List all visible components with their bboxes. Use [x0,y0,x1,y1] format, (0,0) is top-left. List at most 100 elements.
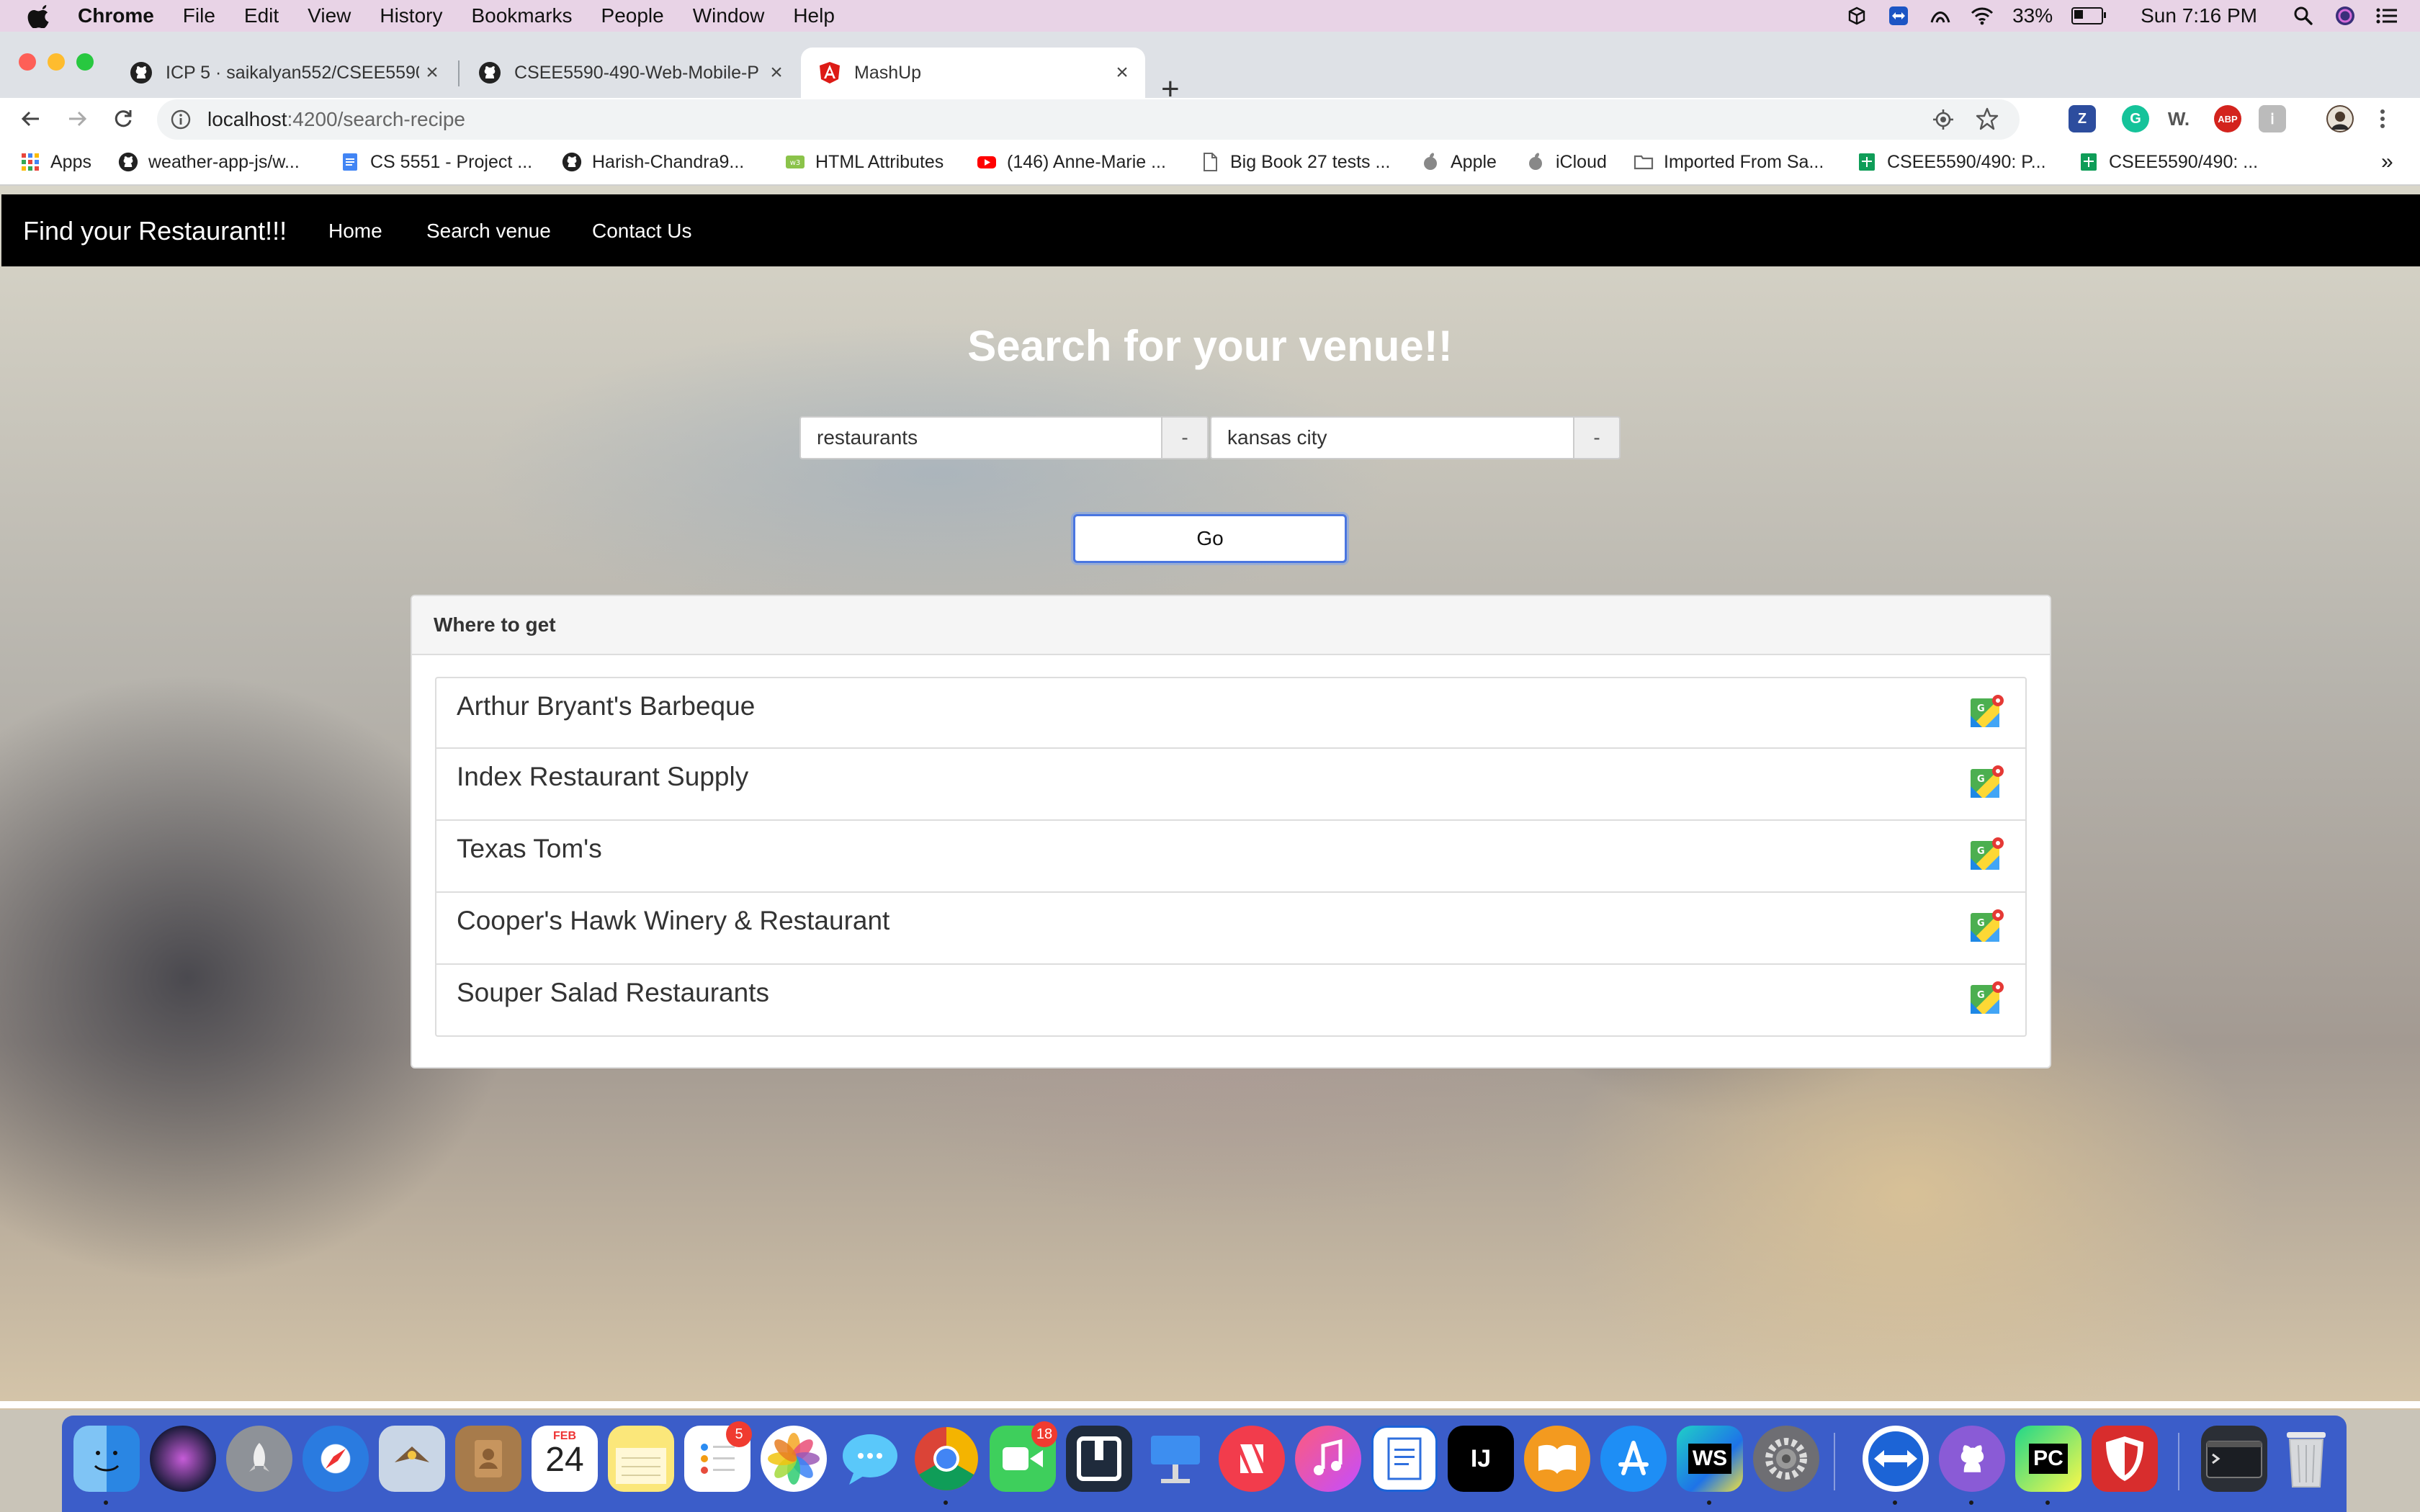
venue-name[interactable]: Texas Tom's [457,834,602,864]
site-info-icon[interactable] [170,109,192,130]
nav-link-contact-us[interactable]: Contact Us [592,220,692,243]
menu-app-name[interactable]: Chrome [78,4,154,27]
back-arrow-icon[interactable] [16,104,46,134]
app-store-icon[interactable] [1600,1426,1667,1492]
menu-view[interactable]: View [308,4,351,27]
mail-icon[interactable] [379,1426,445,1492]
itunes-icon[interactable] [1295,1426,1361,1492]
venue-name[interactable]: Index Restaurant Supply [457,762,748,792]
google-maps-icon[interactable]: G [1969,837,2005,873]
browser-tab-1[interactable]: ICP 5 · saikalyan552/CSEE5590 × [112,48,455,98]
browser-tab-2[interactable]: CSEE5590-490-Web-Mobile-P × [461,48,799,98]
address-bar[interactable]: localhost:4200/search-recipe [157,99,2020,140]
vpn-status-icon[interactable] [1929,6,1952,26]
list-item[interactable]: Texas Tom's G [435,821,2027,893]
system-preferences-icon[interactable] [1753,1426,1819,1492]
forward-arrow-icon[interactable] [62,104,92,134]
google-maps-icon[interactable]: G [1969,981,2005,1017]
chrome-icon[interactable] [913,1426,980,1492]
spotlight-search-icon[interactable] [2292,6,2315,26]
nav-link-search-venue[interactable]: Search venue [426,220,551,243]
profile-avatar[interactable] [2326,105,2354,132]
tab-close-icon[interactable]: × [763,60,789,85]
github-desktop-icon[interactable] [1939,1426,2005,1492]
list-item[interactable]: Souper Salad Restaurants G [435,965,2027,1037]
menu-bookmarks[interactable]: Bookmarks [471,4,572,27]
notes-icon[interactable] [608,1426,674,1492]
window-close-button[interactable] [19,53,36,71]
calendar-icon[interactable]: FEB 24 [532,1426,598,1492]
trash-icon[interactable] [2273,1426,2339,1492]
safari-icon[interactable] [302,1426,369,1492]
launchpad-icon[interactable] [226,1426,292,1492]
notification-center-icon[interactable] [2375,6,2398,26]
window-minimize-button[interactable] [48,53,65,71]
bookmark-apple[interactable]: Apple [1420,148,1497,176]
webstorm-icon[interactable]: WS [1677,1426,1743,1492]
bookmark-icloud[interactable]: iCloud [1525,148,1607,176]
text-document-icon[interactable] [1371,1426,1438,1492]
venue-name[interactable]: Arthur Bryant's Barbeque [457,691,755,721]
teamviewer-status-icon[interactable] [1887,6,1910,26]
battery-percent[interactable]: 33% [2012,4,2053,27]
nav-link-home[interactable]: Home [328,220,382,243]
google-maps-icon[interactable]: G [1969,765,2005,801]
battery-icon[interactable] [2071,7,2107,24]
list-item[interactable]: Arthur Bryant's Barbeque G [435,677,2027,749]
siri-app-icon[interactable] [150,1426,216,1492]
venue-name[interactable]: Souper Salad Restaurants [457,978,769,1008]
window-zoom-button[interactable] [76,53,94,71]
ibooks-icon[interactable] [1524,1426,1590,1492]
reload-icon[interactable] [108,104,138,134]
bookmark-imported-folder[interactable]: Imported From Sa... [1634,148,1824,176]
pycharm-icon[interactable]: PC [2015,1426,2081,1492]
navbar-brand[interactable]: Find your Restaurant!!! [23,216,287,246]
workspace-app-icon[interactable] [1066,1426,1132,1492]
keynote-icon[interactable] [1142,1426,1209,1492]
bookmark-csee5590-a[interactable]: CSEE5590/490: P... [1857,148,2046,176]
bookmark-harish[interactable]: Harish-Chandra9... [562,148,744,176]
bookmarks-overflow-icon[interactable]: » [2381,148,2393,176]
menu-people[interactable]: People [601,4,664,27]
location-input[interactable]: kansas city [1210,416,1574,459]
teamviewer-icon[interactable] [1863,1426,1929,1492]
photos-icon[interactable] [761,1426,827,1492]
shield-app-icon[interactable] [2092,1426,2158,1492]
bookmark-csee5590-b[interactable]: CSEE5590/490: ... [2079,148,2258,176]
bookmark-anne-marie[interactable]: (146) Anne-Marie ... [977,148,1166,176]
menubar-clock[interactable]: Sun 7:16 PM [2141,4,2257,27]
menu-file[interactable]: File [183,4,215,27]
list-item[interactable]: Cooper's Hawk Winery & Restaurant G [435,893,2027,965]
menu-edit[interactable]: Edit [244,4,279,27]
intellij-idea-icon[interactable]: IJ [1448,1426,1514,1492]
google-maps-icon[interactable]: G [1969,909,2005,945]
adblock-plus-icon[interactable]: ABP [2214,105,2241,132]
grammarly-extension-icon[interactable]: G [2122,105,2149,132]
bookmark-weather-app[interactable]: weather-app-js/w... [118,148,300,176]
zotero-extension-icon[interactable]: Z [2069,105,2096,132]
address-url[interactable]: localhost:4200/search-recipe [207,108,465,131]
google-maps-icon[interactable]: G [1969,694,2005,730]
menu-history[interactable]: History [380,4,442,27]
browser-tab-active[interactable]: MashUp × [801,48,1145,98]
menu-window[interactable]: Window [693,4,765,27]
menu-help[interactable]: Help [793,4,835,27]
venue-name[interactable]: Cooper's Hawk Winery & Restaurant [457,906,889,936]
siri-icon[interactable] [2334,6,2357,26]
query-input[interactable]: restaurants [799,416,1162,459]
terminal-window-icon[interactable] [2201,1426,2267,1492]
contacts-icon[interactable] [455,1426,521,1492]
go-button[interactable]: Go [1073,514,1347,563]
chrome-menu-icon[interactable] [2378,108,2387,133]
messages-icon[interactable] [837,1426,903,1492]
translate-extension-icon[interactable]: ⅰ [2259,105,2286,132]
finder-icon[interactable] [73,1426,140,1492]
cube-status-icon[interactable] [1845,6,1868,26]
bookmark-apps[interactable]: Apps [20,148,91,176]
news-icon[interactable] [1219,1426,1285,1492]
tab-close-icon[interactable]: × [1109,60,1135,85]
list-item[interactable]: Index Restaurant Supply G [435,749,2027,821]
bookmark-html-attributes[interactable]: w3 HTML Attributes [785,148,944,176]
wordtune-extension-icon[interactable]: W. [2165,105,2192,132]
bookmark-big-book[interactable]: Big Book 27 tests ... [1200,148,1390,176]
